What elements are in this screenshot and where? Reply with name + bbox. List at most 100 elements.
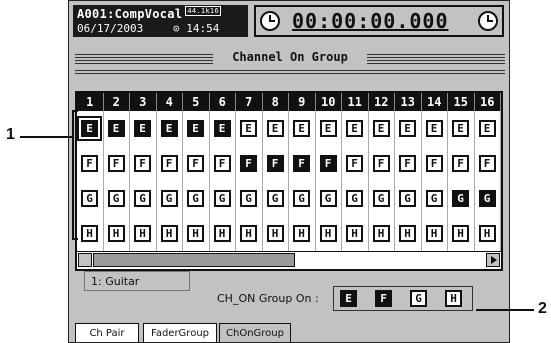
- group-cell: H: [263, 216, 289, 253]
- group-toggle-button[interactable]: G: [478, 190, 496, 207]
- scrollbar-thumb[interactable]: [93, 253, 295, 267]
- group-toggle-button[interactable]: H: [293, 225, 310, 242]
- group-toggle-button[interactable]: E: [319, 120, 337, 137]
- channel-number: 5: [183, 93, 210, 111]
- tab-fader-group[interactable]: FaderGroup: [143, 323, 217, 342]
- group-cell: G: [475, 181, 501, 218]
- group-toggle-button[interactable]: G: [319, 190, 337, 207]
- group-toggle-button[interactable]: G: [293, 190, 310, 207]
- scroll-left-button[interactable]: [78, 253, 92, 267]
- group-toggle-button[interactable]: H: [240, 225, 257, 242]
- group-toggle-button[interactable]: F: [213, 155, 231, 172]
- group-on-button[interactable]: H: [445, 290, 462, 307]
- group-toggle-button[interactable]: H: [346, 225, 363, 242]
- group-on-button[interactable]: G: [410, 290, 427, 307]
- group-toggle-button[interactable]: H: [319, 225, 337, 242]
- group-toggle-button[interactable]: G: [134, 190, 151, 207]
- scroll-right-button[interactable]: [486, 253, 500, 267]
- group-row: GGGGGGGGGGGGGGGG: [77, 181, 501, 218]
- group-toggle-button[interactable]: G: [372, 190, 390, 207]
- group-on-button[interactable]: E: [340, 290, 357, 307]
- group-toggle-button[interactable]: E: [160, 120, 178, 137]
- counter-box[interactable]: 00:00:00.000: [254, 5, 504, 37]
- channel-number: 7: [236, 93, 263, 111]
- group-toggle-button[interactable]: G: [213, 190, 231, 207]
- group-toggle-button[interactable]: F: [319, 155, 337, 172]
- group-toggle-button[interactable]: G: [425, 190, 443, 207]
- time-counter: 00:00:00.000: [292, 9, 449, 33]
- group-toggle-button[interactable]: H: [478, 225, 496, 242]
- group-toggle-button[interactable]: H: [187, 225, 204, 242]
- group-toggle-button[interactable]: E: [452, 120, 469, 137]
- alarm-clock-icon[interactable]: [478, 11, 498, 31]
- group-cell: H: [104, 216, 130, 253]
- group-toggle-button[interactable]: E: [293, 120, 310, 137]
- group-toggle-button[interactable]: F: [293, 155, 310, 172]
- tab-ch-on-group[interactable]: ChOnGroup: [219, 323, 291, 342]
- group-toggle-button[interactable]: G: [452, 190, 469, 207]
- group-toggle-button[interactable]: G: [81, 190, 98, 207]
- clock-icon[interactable]: [260, 11, 280, 31]
- group-toggle-button[interactable]: F: [266, 155, 284, 172]
- group-toggle-button[interactable]: H: [266, 225, 284, 242]
- group-toggle-button[interactable]: E: [240, 120, 257, 137]
- title-rule-bottom: [75, 70, 505, 74]
- group-cell: H: [395, 216, 422, 253]
- group-toggle-button[interactable]: F: [452, 155, 469, 172]
- group-toggle-button[interactable]: E: [266, 120, 284, 137]
- group-cell: F: [475, 146, 501, 183]
- channel-number: 11: [342, 93, 369, 111]
- group-cell: H: [475, 216, 501, 253]
- group-toggle-button[interactable]: F: [425, 155, 443, 172]
- group-toggle-button[interactable]: F: [81, 155, 98, 172]
- title-rule-left: [75, 54, 213, 64]
- group-toggle-button[interactable]: F: [372, 155, 390, 172]
- group-cell: H: [369, 216, 395, 253]
- group-toggle-button[interactable]: E: [478, 120, 496, 137]
- group-toggle-button[interactable]: E: [213, 120, 231, 137]
- group-toggle-button[interactable]: E: [107, 120, 125, 137]
- group-toggle-button[interactable]: E: [399, 120, 416, 137]
- callout-1-label: 1: [6, 126, 15, 143]
- group-toggle-button[interactable]: H: [160, 225, 178, 242]
- group-toggle-button[interactable]: F: [160, 155, 178, 172]
- tab-ch-pair[interactable]: Ch Pair: [75, 323, 139, 342]
- group-toggle-button[interactable]: H: [134, 225, 151, 242]
- group-on-button[interactable]: F: [375, 290, 392, 307]
- group-toggle-button[interactable]: G: [160, 190, 178, 207]
- group-toggle-button[interactable]: F: [134, 155, 151, 172]
- group-toggle-button[interactable]: F: [346, 155, 363, 172]
- callout-1-bracket: [72, 110, 74, 240]
- group-toggle-button[interactable]: E: [425, 120, 443, 137]
- group-toggle-button[interactable]: H: [107, 225, 125, 242]
- group-toggle-button[interactable]: F: [399, 155, 416, 172]
- group-cell: E: [395, 111, 422, 148]
- group-toggle-button[interactable]: G: [399, 190, 416, 207]
- group-toggle-button[interactable]: H: [399, 225, 416, 242]
- horizontal-scrollbar[interactable]: [77, 251, 501, 268]
- group-toggle-button[interactable]: H: [372, 225, 390, 242]
- group-toggle-button[interactable]: E: [346, 120, 363, 137]
- group-toggle-button[interactable]: G: [266, 190, 284, 207]
- group-toggle-button[interactable]: G: [346, 190, 363, 207]
- group-cell: G: [422, 181, 448, 218]
- group-toggle-button[interactable]: G: [187, 190, 204, 207]
- group-toggle-button[interactable]: F: [478, 155, 496, 172]
- group-toggle-button[interactable]: G: [107, 190, 125, 207]
- group-toggle-button[interactable]: H: [452, 225, 469, 242]
- group-toggle-button[interactable]: G: [240, 190, 257, 207]
- group-toggle-button[interactable]: F: [187, 155, 204, 172]
- group-toggle-button[interactable]: E: [187, 120, 204, 137]
- group-cell: F: [448, 146, 475, 183]
- group-toggle-button[interactable]: F: [240, 155, 257, 172]
- group-toggle-button[interactable]: H: [81, 225, 98, 242]
- group-toggle-button[interactable]: E: [134, 120, 151, 137]
- group-toggle-button[interactable]: F: [107, 155, 125, 172]
- group-cell: H: [130, 216, 157, 253]
- group-cell: E: [289, 111, 316, 148]
- group-toggle-button[interactable]: H: [213, 225, 231, 242]
- group-toggle-button[interactable]: E: [77, 116, 102, 141]
- group-row: EEEEEEEEEEEEEEEE: [77, 111, 501, 148]
- group-toggle-button[interactable]: H: [425, 225, 443, 242]
- group-toggle-button[interactable]: E: [372, 120, 390, 137]
